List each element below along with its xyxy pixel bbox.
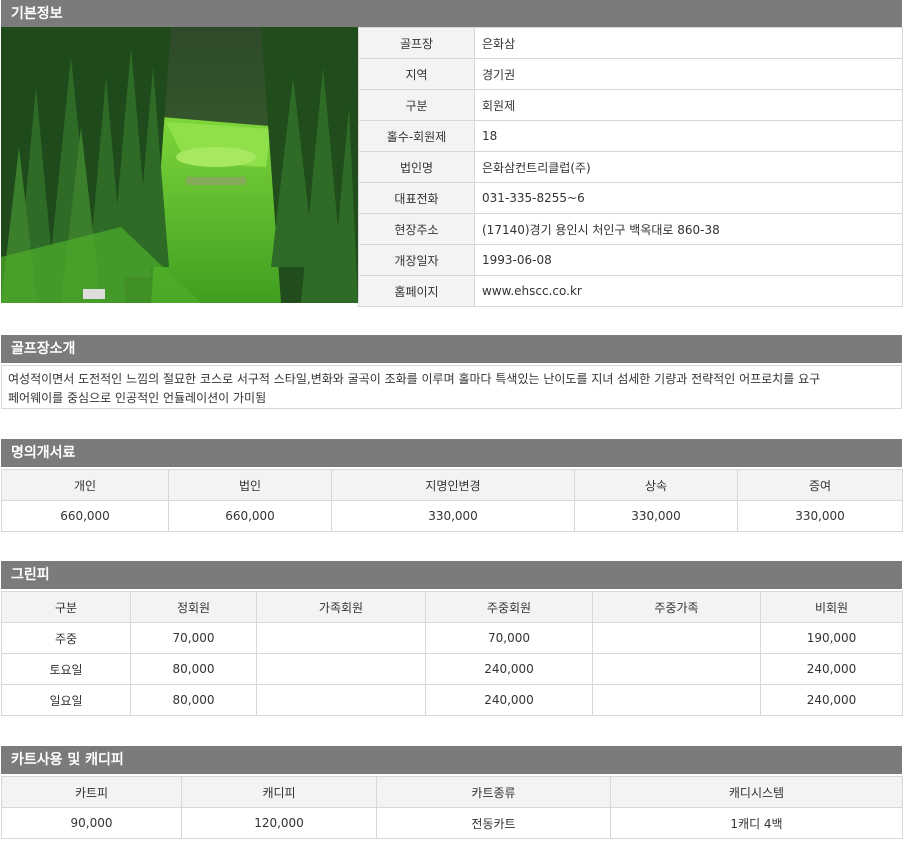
column-header: 법인 [168, 469, 332, 501]
column-header: 주중가족 [592, 591, 761, 623]
info-row: 골프장 은화삼 [358, 27, 903, 59]
fee-value: 1캐디 4백 [610, 807, 903, 839]
column-header: 구분 [1, 591, 131, 623]
fee-value: 240,000 [760, 653, 903, 685]
day-label: 일요일 [1, 684, 131, 716]
table-row: 일요일 80,000 240,000 240,000 [1, 684, 903, 716]
fee-value: 70,000 [425, 622, 593, 654]
column-header: 캐디피 [181, 776, 377, 808]
fee-value: 240,000 [760, 684, 903, 716]
fee-value [592, 684, 761, 716]
info-label: 법인명 [358, 151, 475, 183]
info-value: (17140)경기 용인시 처인구 백옥대로 860-38 [474, 213, 903, 245]
greenfee-table: 구분 정회원 가족회원 주중회원 주중가족 비회원 주중 70,000 70,000 190,0… [1, 591, 903, 716]
info-value: 031-335-8255~6 [474, 182, 903, 214]
column-header: 비회원 [760, 591, 903, 623]
info-row: 현장주소 (17140)경기 용인시 처인구 백옥대로 860-38 [358, 213, 903, 245]
fee-value: 190,000 [760, 622, 903, 654]
homepage-link[interactable]: www.ehscc.co.kr [474, 275, 903, 307]
info-row: 구분 회원제 [358, 89, 903, 121]
info-row: 지역 경기권 [358, 58, 903, 90]
table-row: 토요일 80,000 240,000 240,000 [1, 653, 903, 685]
fee-value: 전동카트 [376, 807, 611, 839]
column-header: 증여 [737, 469, 903, 501]
fee-value [256, 653, 426, 685]
info-label: 대표전화 [358, 182, 475, 214]
column-header: 가족회원 [256, 591, 426, 623]
fee-value: 660,000 [1, 500, 169, 532]
fee-value: 90,000 [1, 807, 182, 839]
basic-info-header: 기본정보 [1, 0, 902, 28]
fee-value [592, 622, 761, 654]
fee-value: 330,000 [737, 500, 903, 532]
info-label: 홀수-회원제 [358, 120, 475, 152]
cart-caddie-table: 카트피 캐디피 카트종류 캐디시스템 90,000 120,000 전동카트 1캐디 4백 [1, 776, 903, 839]
transfer-fee-header: 명의개서료 [1, 439, 902, 467]
column-header: 지명인변경 [331, 469, 575, 501]
column-header: 개인 [1, 469, 169, 501]
column-header: 카트피 [1, 776, 182, 808]
day-label: 주중 [1, 622, 131, 654]
column-header: 주중회원 [425, 591, 593, 623]
table-row: 주중 70,000 70,000 190,000 [1, 622, 903, 654]
column-header: 정회원 [130, 591, 257, 623]
info-value: 회원제 [474, 89, 903, 121]
fee-value [256, 684, 426, 716]
fee-value: 660,000 [168, 500, 332, 532]
column-header: 상속 [574, 469, 738, 501]
transfer-fee-table: 개인 법인 지명인변경 상속 증여 660,000 660,000 330,000 330,0… [1, 469, 903, 532]
info-value: 은화삼 [474, 27, 903, 59]
golf-course-photo [1, 27, 358, 303]
fee-value: 80,000 [130, 653, 257, 685]
info-row: 대표전화 031-335-8255~6 [358, 182, 903, 214]
intro-line-1: 여성적이면서 도전적인 느낌의 절묘한 코스로 서구적 스타일,변화와 굴곡이 … [8, 372, 821, 386]
info-row: 홀수-회원제 18 [358, 120, 903, 152]
fee-value: 80,000 [130, 684, 257, 716]
info-label: 구분 [358, 89, 475, 121]
greenfee-header: 그린피 [1, 561, 902, 589]
day-label: 토요일 [1, 653, 131, 685]
fee-value [592, 653, 761, 685]
info-value: 경기권 [474, 58, 903, 90]
fee-value: 330,000 [331, 500, 575, 532]
intro-line-2: 페어웨이를 중심으로 인공적인 언듈레이션이 가미됨 [8, 391, 267, 405]
cart-caddie-header: 카트사용 및 캐디피 [1, 746, 902, 774]
column-header: 캐디시스템 [610, 776, 903, 808]
fee-value [256, 622, 426, 654]
info-row: 개장일자 1993-06-08 [358, 244, 903, 276]
info-label: 지역 [358, 58, 475, 90]
intro-header: 골프장소개 [1, 335, 902, 363]
info-value: 은화삼컨트리클럽(주) [474, 151, 903, 183]
info-label: 홈페이지 [358, 275, 475, 307]
fee-value: 70,000 [130, 622, 257, 654]
basic-info-table: 골프장 은화삼 지역 경기권 구분 회원제 홀수-회원제 18 법인명 은화삼컨트리클럽(주) 대표… [358, 27, 903, 307]
info-value: 1993-06-08 [474, 244, 903, 276]
info-value: 18 [474, 120, 903, 152]
fee-value: 120,000 [181, 807, 377, 839]
fee-value: 240,000 [425, 684, 593, 716]
column-header: 카트종류 [376, 776, 611, 808]
info-label: 개장일자 [358, 244, 475, 276]
fee-value: 240,000 [425, 653, 593, 685]
info-row: 법인명 은화삼컨트리클럽(주) [358, 151, 903, 183]
info-label: 현장주소 [358, 213, 475, 245]
intro-text: 여성적이면서 도전적인 느낌의 절묘한 코스로 서구적 스타일,변화와 굴곡이 … [1, 365, 902, 409]
info-row: 홈페이지 www.ehscc.co.kr [358, 275, 903, 307]
fee-value: 330,000 [574, 500, 738, 532]
info-label: 골프장 [358, 27, 475, 59]
